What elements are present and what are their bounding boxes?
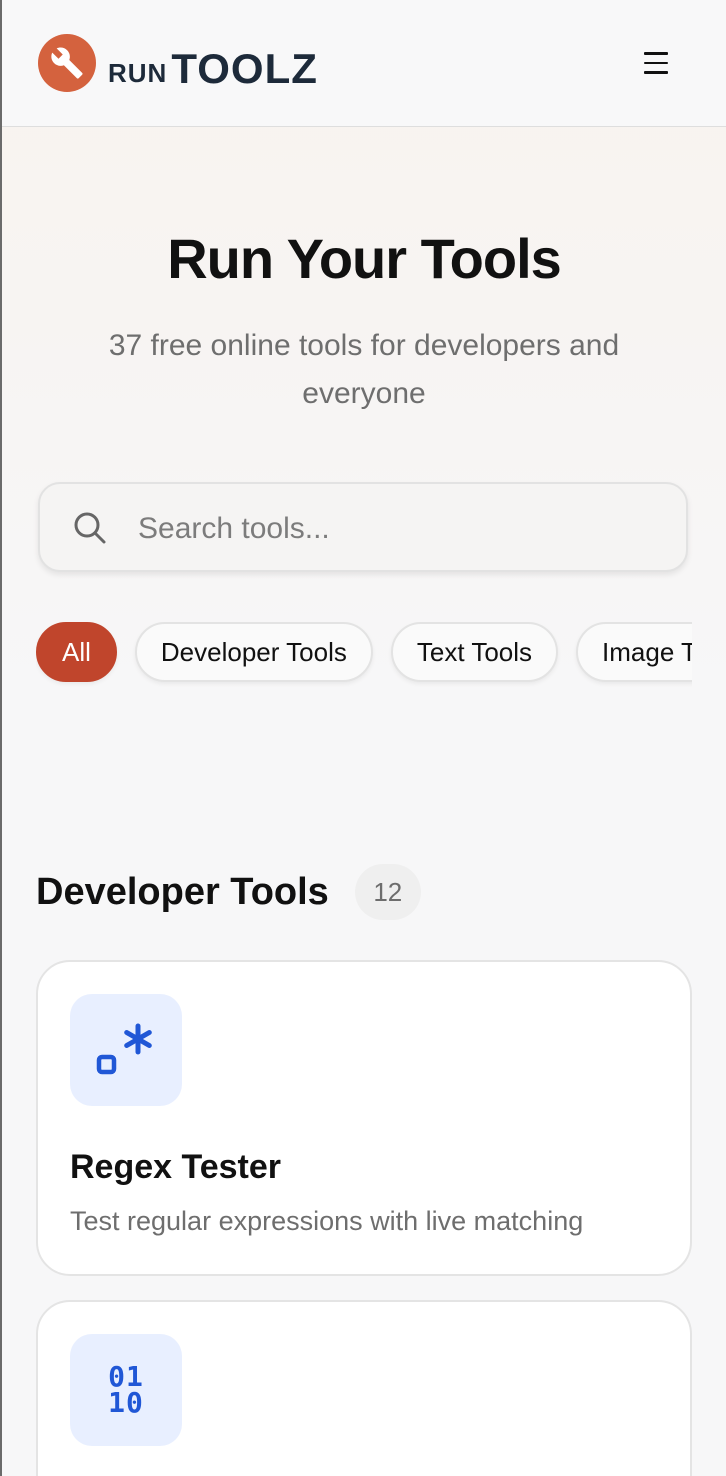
binary-icon-bottom-row: 10	[108, 1386, 144, 1419]
category-chip-developer-tools[interactable]: Developer Tools	[134, 622, 373, 682]
hamburger-menu-icon-bar-middle	[644, 61, 668, 65]
section-header: Developer Tools 12	[36, 862, 421, 922]
site-header: RUN TOOLZ	[2, 0, 726, 127]
tool-icon-tile	[70, 994, 182, 1106]
tool-icon-tile: 01 10	[70, 1334, 182, 1446]
page: RUN TOOLZ Run Your Tools 37 free online …	[0, 0, 726, 1476]
search-icon	[74, 512, 106, 544]
section-count-badge: 12	[354, 864, 421, 920]
section-title: Developer Tools	[36, 870, 329, 913]
hero-title: Run Your Tools	[167, 227, 562, 290]
logo-wordmark[interactable]: RUN TOOLZ	[108, 40, 318, 90]
logo-prefix: RUN	[108, 58, 168, 88]
tool-description: Test regular expressions with live match…	[70, 1206, 584, 1236]
search-box[interactable]	[38, 482, 688, 572]
regex-icon	[96, 1023, 152, 1075]
hamburger-menu-icon-bar-bottom	[644, 71, 668, 74]
menu-button[interactable]	[634, 44, 678, 82]
category-chip-all[interactable]: All	[36, 622, 117, 682]
category-chip-image-tools[interactable]: Image Tools	[576, 622, 692, 682]
tool-card-regex-tester[interactable]: Regex Tester Test regular expressions wi…	[36, 960, 692, 1276]
hamburger-menu-icon-bar-top	[644, 52, 668, 55]
wrench-icon	[51, 47, 83, 79]
search-input[interactable]	[136, 502, 660, 556]
logo-name: TOOLZ	[171, 45, 318, 92]
logo-badge[interactable]	[38, 34, 96, 92]
category-chip-text-tools[interactable]: Text Tools	[390, 622, 559, 682]
category-filter-bar: All Developer Tools Text Tools Image Too…	[36, 622, 692, 692]
binary-icon: 01 10	[108, 1363, 144, 1419]
category-chips: All Developer Tools Text Tools Image Too…	[36, 622, 692, 682]
tool-title: Regex Tester	[70, 1148, 282, 1186]
hero-subtitle: 37 free online tools for developers and …	[108, 329, 620, 410]
tool-card-binary[interactable]: 01 10	[36, 1300, 692, 1476]
